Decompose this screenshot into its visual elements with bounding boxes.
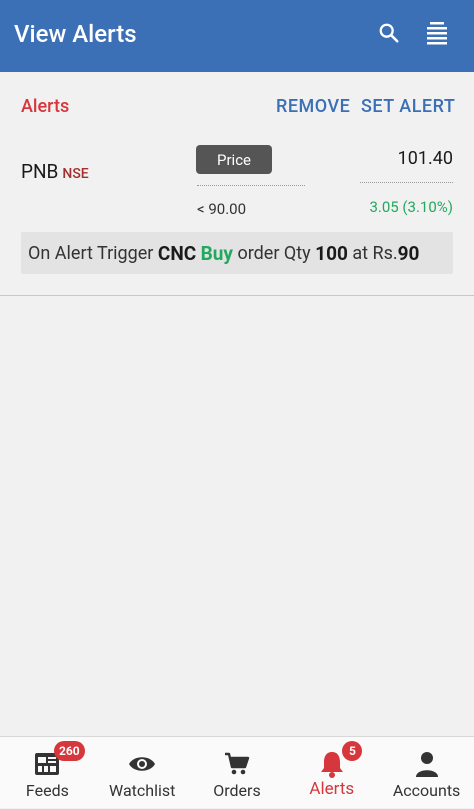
set-alert-button[interactable]: SET ALERT xyxy=(361,96,455,117)
section-label: Alerts xyxy=(21,96,70,117)
nav-watchlist-label: Watchlist xyxy=(109,781,176,800)
symbol-name: PNB xyxy=(21,160,59,183)
nav-orders-label: Orders xyxy=(213,781,261,800)
product-type: CNC xyxy=(157,241,197,265)
nav-feeds[interactable]: 260 Feeds xyxy=(0,737,95,809)
divider xyxy=(360,182,453,183)
trigger-order-info: On Alert Trigger CNC Buy order Qty 100 a… xyxy=(21,232,453,274)
feeds-badge: 260 xyxy=(54,741,85,761)
bottom-navigation: 260 Feeds Watchlist Orders 5 Alerts Acco… xyxy=(0,736,474,808)
alerts-badge: 5 xyxy=(342,741,363,761)
nav-accounts-label: Accounts xyxy=(392,781,461,800)
person-icon xyxy=(413,750,441,778)
nav-watchlist[interactable]: Watchlist xyxy=(95,737,190,809)
cart-icon xyxy=(223,750,251,778)
last-price: 101.40 xyxy=(397,148,453,169)
order-price: 90 xyxy=(397,241,420,265)
alerts-toolbar: Alerts REMOVE SET ALERT xyxy=(0,72,474,136)
trigger-prefix: On Alert Trigger xyxy=(28,242,154,264)
order-side: Buy xyxy=(200,241,233,265)
exchange-label: NSE xyxy=(62,166,89,182)
app-bar: View Alerts xyxy=(0,0,474,72)
nav-accounts[interactable]: Accounts xyxy=(379,737,474,809)
price-change: 3.05 (3.10%) xyxy=(369,198,453,216)
nav-orders[interactable]: Orders xyxy=(190,737,285,809)
alert-type-chip: Price xyxy=(196,145,272,174)
symbol: PNB NSE xyxy=(21,160,89,183)
page-title: View Alerts xyxy=(14,20,137,48)
nav-alerts[interactable]: 5 Alerts xyxy=(284,737,379,809)
order-qty: 100 xyxy=(315,241,348,265)
alert-card[interactable]: PNB NSE Price 101.40 < 90.00 3.05 (3.10%)… xyxy=(0,136,474,296)
nav-feeds-label: Feeds xyxy=(25,781,69,800)
alert-condition: < 90.00 xyxy=(197,200,247,218)
list-menu-icon[interactable] xyxy=(424,20,450,46)
price-label: at Rs. xyxy=(352,242,398,264)
divider xyxy=(197,185,305,186)
nav-alerts-label: Alerts xyxy=(309,779,355,799)
qty-label: order Qty xyxy=(237,242,311,264)
search-icon[interactable] xyxy=(376,20,402,46)
remove-button[interactable]: REMOVE xyxy=(276,96,350,117)
eye-icon xyxy=(128,750,156,778)
